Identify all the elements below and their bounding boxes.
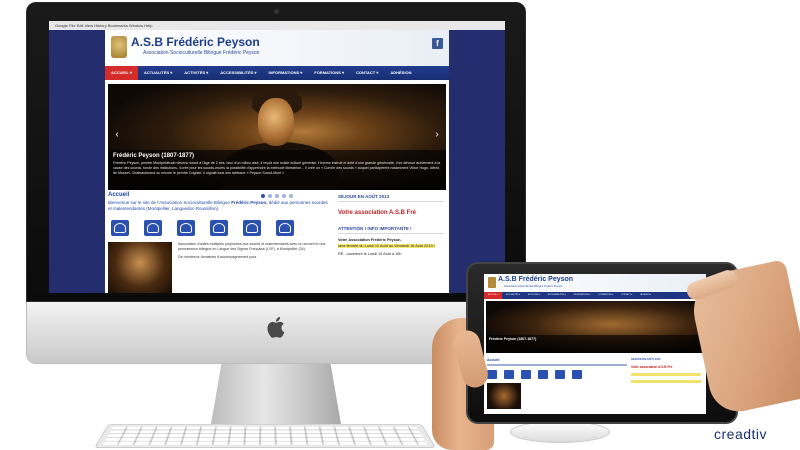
tablet-site-header: A.S.B Frédéric Peyson Association Socioc…: [484, 274, 706, 292]
image-slider: ‹ › Frédéric Peyson (1807-1877) Frédéric…: [108, 84, 446, 190]
tablet-caption-title: Frédéric Peyson (1807-1877): [489, 337, 537, 341]
tablet-nav-item[interactable]: ACTIVITÉS ▾: [524, 292, 544, 299]
sidebar-text: Votre Association Frédéric Peyson, sera …: [338, 238, 435, 256]
sign-language-icon[interactable]: [487, 370, 497, 379]
sign-language-icon[interactable]: [111, 220, 129, 236]
service-icons: [111, 220, 328, 236]
apple-logo-icon: [267, 316, 285, 338]
caption-text: Frédéric Peyson, peintre Montpelliérain …: [113, 161, 441, 175]
sidebar-heading: SÉJOUR EN AOÛT 2013: [338, 194, 444, 202]
site-title[interactable]: A.S.B Frédéric Peyson: [131, 35, 260, 49]
portrait-face: [258, 98, 294, 146]
tablet-main: Accueil: [487, 358, 627, 409]
sign-language-icon[interactable]: [276, 220, 294, 236]
tablet-nav: ACCUEIL ▾ ACTUALITÉS ▾ ACTIVITÉS ▾ ACCES…: [484, 292, 706, 299]
tablet-text-line: [487, 364, 627, 366]
tablet-screen: A.S.B Frédéric Peyson Association Socioc…: [484, 274, 706, 414]
imac-monitor: Google File Edit View History Bookmarks …: [26, 2, 526, 424]
body-block: Association d'aides multiples proposées …: [108, 242, 328, 293]
tablet-service-icons: [487, 370, 627, 379]
tablet-sidebar: SÉJOUR EN AOÛT 2013 Votre association A.…: [631, 358, 701, 409]
brand-logo: creadtiv: [714, 426, 768, 442]
tablet-slider-caption: Frédéric Peyson (1807-1877): [486, 335, 704, 353]
tablet-slider: Frédéric Peyson (1807-1877): [486, 301, 704, 353]
nav-item-informations[interactable]: INFORMATIONS ▾: [263, 66, 309, 80]
sign-language-icon[interactable]: [538, 370, 548, 379]
tablet-nav-item[interactable]: ADHÉSION: [636, 292, 654, 299]
tablet-site-subtitle: Association Socioculturelle Bilingue Fré…: [504, 285, 563, 288]
tablet-highlight: [631, 380, 701, 383]
sign-language-icon[interactable]: [521, 370, 531, 379]
tablet-nav-item[interactable]: ACCESSIBILITÉS ▾: [544, 292, 570, 299]
sign-language-icon[interactable]: [177, 220, 195, 236]
tablet-nav-item[interactable]: FORMATIONS ▾: [595, 292, 618, 299]
imac-bezel: Google File Edit View History Bookmarks …: [26, 2, 526, 302]
tablet-thumbnail: [487, 383, 521, 409]
site-subtitle: Association Socioculturelle Bilingue Fré…: [143, 50, 260, 56]
nav-item-actualites[interactable]: ACTUALITÉS ▾: [138, 66, 178, 80]
tablet-site-title[interactable]: A.S.B Frédéric Peyson: [498, 276, 573, 283]
nav-item-accueil[interactable]: ACCUEIL ▾: [105, 66, 138, 80]
tablet-content-heading: Accueil: [487, 358, 500, 362]
content-heading: Accueil: [108, 192, 130, 198]
sign-language-icon[interactable]: [555, 370, 565, 379]
tablet-sidebar-red-link[interactable]: Votre association A.S.B Fré: [631, 365, 701, 369]
keyboard: [94, 423, 436, 448]
chevron-right-icon[interactable]: ›: [432, 128, 442, 142]
camera-icon: [274, 9, 279, 14]
body-text: Association d'aides multiples proposées …: [178, 242, 326, 260]
nav-item-activites[interactable]: ACTIVITÉS ▾: [178, 66, 214, 80]
tablet-nav-item[interactable]: CONTACT ▾: [617, 292, 636, 299]
tablet-highlight: [631, 373, 701, 376]
tablet-logo-icon[interactable]: [488, 277, 496, 288]
sign-language-icon[interactable]: [243, 220, 261, 236]
nav-item-contact[interactable]: CONTACT ▾: [350, 66, 384, 80]
tablet-nav-item[interactable]: ACTUALITÉS ▾: [502, 292, 524, 299]
portrait-thumbnail: [108, 242, 172, 293]
sign-language-icon[interactable]: [504, 370, 514, 379]
main-nav: ACCUEIL ▾ ACTUALITÉS ▾ ACTIVITÉS ▾ ACCES…: [105, 66, 449, 80]
imac-screen: Google File Edit View History Bookmarks …: [49, 21, 505, 293]
sign-language-icon[interactable]: [210, 220, 228, 236]
slider-caption: Frédéric Peyson (1807-1877) Frédéric Pey…: [108, 150, 446, 190]
welcome-text: Bienvenue sur le site de l'Association S…: [108, 200, 328, 211]
imac-stand: [211, 364, 341, 424]
mouse: [510, 421, 610, 443]
facebook-icon[interactable]: f: [432, 38, 443, 49]
nav-item-adhesion[interactable]: ADHÉSION: [384, 66, 417, 80]
sign-language-icon[interactable]: [572, 370, 582, 379]
main-content: Accueil Bienvenue sur le site de l'Assoc…: [108, 192, 328, 293]
mac-menubar: Google File Edit View History Bookmarks …: [49, 21, 505, 30]
site-header: A.S.B Frédéric Peyson Association Socioc…: [105, 30, 449, 66]
tablet-nav-item[interactable]: ACCUEIL ▾: [484, 292, 503, 299]
chevron-left-icon[interactable]: ‹: [112, 128, 122, 142]
sidebar: SÉJOUR EN AOÛT 2013 Votre association A.…: [338, 194, 444, 258]
tablet-sidebar-heading: SÉJOUR EN AOÛT 2013: [631, 358, 661, 361]
sidebar-red-link[interactable]: Votre association A.S.B Fré: [338, 210, 444, 216]
nav-item-accessibilites[interactable]: ACCESSIBILITÉS ▾: [214, 66, 262, 80]
sidebar-heading-2: ATTENTION ! INFO IMPORTANTE !: [338, 226, 444, 234]
sign-language-icon[interactable]: [144, 220, 162, 236]
nav-item-formations[interactable]: FORMATIONS ▾: [308, 66, 350, 80]
website: A.S.B Frédéric Peyson Association Socioc…: [105, 30, 449, 293]
logo-icon[interactable]: [111, 36, 127, 58]
tablet-nav-item[interactable]: INFORMATIONS ▾: [570, 292, 595, 299]
caption-title: Frédéric Peyson (1807-1877): [113, 153, 195, 159]
tablet-body: Accueil SÉJOUR EN AOÛT 2013 Votre associ…: [484, 355, 706, 412]
